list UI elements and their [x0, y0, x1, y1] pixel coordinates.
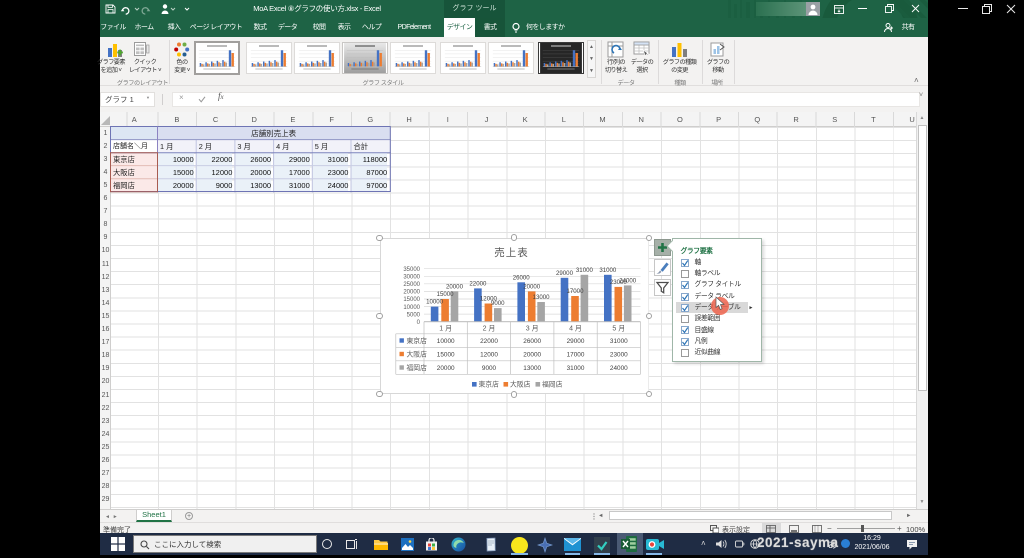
- svg-text:23000: 23000: [609, 351, 627, 358]
- svg-text:22000: 22000: [480, 338, 498, 345]
- svg-text:26000: 26000: [523, 338, 541, 345]
- svg-text:10000: 10000: [403, 305, 420, 311]
- svg-text:15000: 15000: [436, 291, 454, 298]
- svg-text:13000: 13000: [532, 294, 550, 301]
- svg-text:31000: 31000: [599, 267, 617, 274]
- svg-text:9000: 9000: [481, 365, 496, 372]
- svg-text:3 月: 3 月: [525, 325, 538, 333]
- svg-text:31000: 31000: [575, 267, 593, 274]
- svg-text:福岡店: 福岡店: [406, 363, 427, 372]
- svg-text:12000: 12000: [480, 351, 498, 358]
- svg-text:東京店: 東京店: [478, 380, 499, 389]
- svg-text:東京店: 東京店: [406, 336, 427, 345]
- svg-text:30000: 30000: [403, 275, 420, 281]
- svg-text:大阪店: 大阪店: [406, 349, 427, 358]
- svg-text:29000: 29000: [566, 338, 584, 345]
- svg-text:17000: 17000: [566, 351, 584, 358]
- svg-text:20000: 20000: [403, 290, 420, 296]
- svg-text:20000: 20000: [523, 283, 541, 290]
- svg-text:大阪店: 大阪店: [510, 380, 531, 389]
- svg-text:31000: 31000: [566, 365, 584, 372]
- svg-text:10000: 10000: [426, 299, 444, 306]
- svg-text:4 月: 4 月: [569, 325, 582, 333]
- svg-text:福岡店: 福岡店: [542, 380, 563, 389]
- svg-text:24000: 24000: [609, 365, 627, 372]
- svg-text:24000: 24000: [619, 277, 637, 284]
- svg-text:1 月: 1 月: [439, 325, 452, 333]
- svg-text:25000: 25000: [403, 282, 420, 288]
- svg-text:9000: 9000: [491, 300, 505, 307]
- svg-text:5000: 5000: [406, 312, 420, 318]
- svg-text:26000: 26000: [512, 274, 530, 281]
- svg-text:17000: 17000: [566, 288, 584, 295]
- svg-text:20000: 20000: [446, 283, 464, 290]
- svg-text:31000: 31000: [609, 338, 627, 345]
- svg-text:20000: 20000: [523, 351, 541, 358]
- svg-text:15000: 15000: [436, 351, 454, 358]
- svg-text:22000: 22000: [469, 280, 487, 287]
- svg-text:5 月: 5 月: [612, 325, 625, 333]
- svg-text:35000: 35000: [403, 267, 420, 273]
- svg-text:2 月: 2 月: [482, 325, 495, 333]
- svg-text:10000: 10000: [436, 338, 454, 345]
- svg-text:29000: 29000: [556, 270, 574, 277]
- svg-text:売上表: 売上表: [494, 246, 529, 259]
- svg-text:15000: 15000: [403, 297, 420, 303]
- svg-text:13000: 13000: [523, 365, 541, 372]
- svg-text:20000: 20000: [436, 365, 454, 372]
